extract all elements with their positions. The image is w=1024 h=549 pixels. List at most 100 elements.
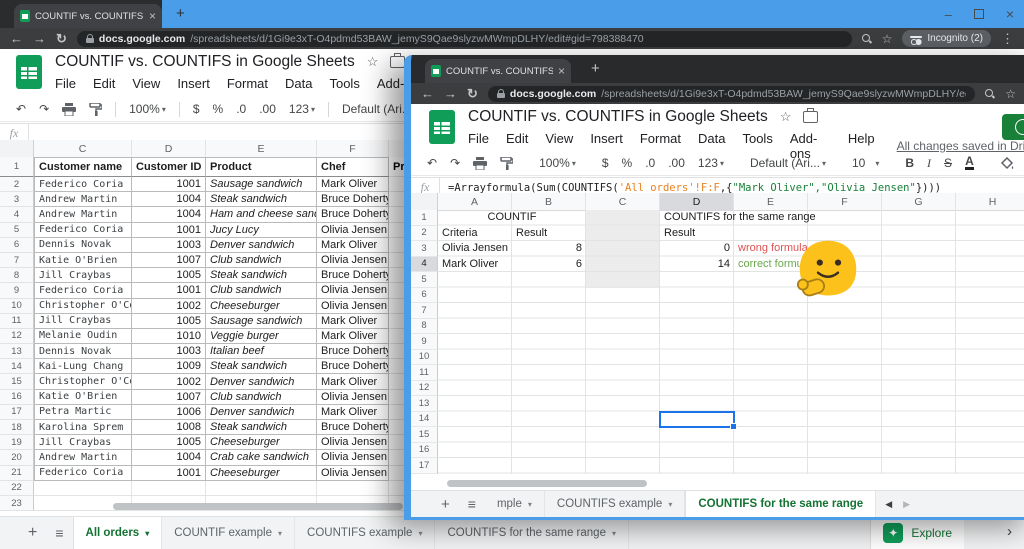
menu-data[interactable]: Data bbox=[285, 76, 312, 91]
format-percent-button[interactable]: % bbox=[622, 156, 633, 170]
cell-customer-id[interactable]: 1001 bbox=[132, 223, 206, 238]
cell-customer-name[interactable]: Kai-Lung Chang bbox=[34, 359, 132, 374]
cell-product[interactable]: Denver sandwich bbox=[206, 405, 317, 420]
row-header-15[interactable]: 15 bbox=[0, 374, 34, 389]
cell-chef[interactable]: Olivia Jensen bbox=[317, 253, 389, 268]
increase-decimals-button[interactable]: .00 bbox=[668, 156, 685, 170]
cell-chef[interactable]: Olivia Jensen bbox=[317, 299, 389, 314]
paint-format-icon[interactable] bbox=[500, 157, 513, 170]
cell-chef[interactable]: Mark Oliver bbox=[317, 314, 389, 329]
print-icon[interactable] bbox=[62, 103, 76, 116]
cell-chef[interactable]: Olivia Jensen bbox=[317, 283, 389, 298]
cell-chef[interactable]: Olivia Jensen bbox=[317, 466, 389, 481]
row-header-4[interactable]: 4 bbox=[411, 257, 438, 273]
menu-format[interactable]: Format bbox=[227, 76, 268, 91]
cell-chef[interactable]: Olivia Jensen bbox=[317, 450, 389, 465]
zoom-select[interactable]: 100%▾ bbox=[539, 156, 576, 170]
move-folder-icon[interactable] bbox=[803, 111, 818, 123]
text-color-button[interactable]: A bbox=[965, 156, 974, 170]
row-header-8[interactable]: 8 bbox=[0, 268, 34, 283]
header-cell[interactable]: Chef bbox=[317, 157, 389, 177]
cell-customer-id[interactable]: 1003 bbox=[132, 238, 206, 253]
menu-tools[interactable]: Tools bbox=[329, 76, 359, 91]
cell-customer-name[interactable]: Katie O'Brien bbox=[34, 390, 132, 405]
cell-product[interactable]: Cheeseburger bbox=[206, 435, 317, 450]
column-header-F[interactable]: F bbox=[317, 140, 389, 157]
bookmark-star-icon[interactable]: ☆ bbox=[1005, 88, 1016, 100]
browser-menu-icon[interactable]: ⋮ bbox=[1001, 32, 1014, 45]
italic-button[interactable]: I bbox=[927, 156, 931, 171]
cell-chef[interactable]: Bruce Doherty bbox=[317, 192, 389, 207]
tab-close-icon[interactable]: × bbox=[149, 10, 156, 22]
cell-customer-name[interactable]: Christopher O'Con bbox=[34, 299, 132, 314]
cell-chef[interactable]: Mark Oliver bbox=[317, 374, 389, 389]
row-header-12[interactable]: 12 bbox=[411, 381, 438, 397]
select-all-corner[interactable] bbox=[0, 140, 34, 157]
cell-product[interactable]: Denver sandwich bbox=[206, 238, 317, 253]
row-header-14[interactable]: 14 bbox=[411, 412, 438, 428]
font-select[interactable]: Default (Ari...▾ bbox=[750, 156, 826, 170]
cell-chef[interactable]: Mark Oliver bbox=[317, 238, 389, 253]
header-cell[interactable]: Customer name bbox=[34, 157, 132, 177]
cell-customer-name[interactable]: Christopher O'Con bbox=[34, 374, 132, 389]
cell-product[interactable]: Denver sandwich bbox=[206, 374, 317, 389]
cell-chef[interactable]: Bruce Doherty bbox=[317, 268, 389, 283]
row-header-23[interactable]: 23 bbox=[0, 496, 34, 511]
cell-customer-name[interactable]: Dennis Novak bbox=[34, 344, 132, 359]
cell-product[interactable]: Veggie burger bbox=[206, 329, 317, 344]
address-box[interactable]: docs.google.com /spreadsheets/d/1Gi9e3xT… bbox=[77, 31, 852, 47]
star-doc-icon[interactable]: ☆ bbox=[367, 54, 379, 70]
new-tab-button[interactable]: + bbox=[591, 61, 600, 76]
share-button[interactable] bbox=[1002, 114, 1024, 140]
cell-d4[interactable]: 14 bbox=[660, 257, 734, 273]
doc-title[interactable]: COUNTIF vs. COUNTIFS in Google Sheets bbox=[468, 108, 768, 126]
sheet-tab[interactable]: mple▾ bbox=[485, 491, 545, 517]
row-header-9[interactable]: 9 bbox=[0, 283, 34, 298]
cell-a1_merged[interactable]: COUNTIF bbox=[438, 210, 586, 226]
header-cell[interactable]: Customer ID bbox=[132, 157, 206, 177]
column-header-D[interactable]: D bbox=[132, 140, 206, 157]
cell-customer-name[interactable]: Federico Coria bbox=[34, 466, 132, 481]
cell-d2[interactable]: Result bbox=[664, 226, 734, 242]
cell-customer-id[interactable]: 1001 bbox=[132, 283, 206, 298]
cell-empty[interactable] bbox=[206, 481, 317, 496]
bold-button[interactable]: B bbox=[905, 156, 914, 170]
cell-b3[interactable]: 8 bbox=[512, 241, 586, 257]
forward-icon[interactable]: → bbox=[444, 87, 457, 100]
row-header-15[interactable]: 15 bbox=[411, 427, 438, 443]
sheet-tab[interactable]: COUNTIFS for the same range▾ bbox=[435, 517, 629, 549]
cell-customer-name[interactable]: Andrew Martin bbox=[34, 207, 132, 222]
doc-title[interactable]: COUNTIF vs. COUNTIFS in Google Sheets bbox=[55, 53, 355, 71]
row-header-6[interactable]: 6 bbox=[411, 288, 438, 304]
reload-icon[interactable]: ↻ bbox=[56, 32, 67, 45]
cell-chef[interactable]: Bruce Doherty bbox=[317, 420, 389, 435]
cell-chef[interactable]: Olivia Jensen bbox=[317, 435, 389, 450]
cell-chef[interactable]: Mark Oliver bbox=[317, 177, 389, 192]
row-header-19[interactable]: 19 bbox=[0, 435, 34, 450]
back-icon[interactable]: ← bbox=[421, 87, 434, 100]
cell-customer-id[interactable]: 1008 bbox=[132, 420, 206, 435]
row-header-14[interactable]: 14 bbox=[0, 359, 34, 374]
cell-customer-id[interactable]: 1005 bbox=[132, 314, 206, 329]
cell-product[interactable]: Steak sandwich bbox=[206, 192, 317, 207]
cell-customer-id[interactable]: 1009 bbox=[132, 359, 206, 374]
cell-product[interactable]: Cheeseburger bbox=[206, 299, 317, 314]
browser-tab[interactable]: COUNTIF vs. COUNTIFS in Googl × bbox=[425, 59, 571, 83]
row-header-10[interactable]: 10 bbox=[411, 350, 438, 366]
all-sheets-icon[interactable]: ≡ bbox=[459, 491, 485, 517]
row-header-3[interactable]: 3 bbox=[411, 241, 438, 257]
row-header-11[interactable]: 11 bbox=[0, 314, 34, 329]
row-header-11[interactable]: 11 bbox=[411, 365, 438, 381]
row-header-5[interactable]: 5 bbox=[411, 272, 438, 288]
font-size-select[interactable]: 10▾ bbox=[852, 156, 879, 170]
row-header-13[interactable]: 13 bbox=[0, 344, 34, 359]
more-formats-button[interactable]: 123▾ bbox=[698, 156, 724, 170]
fill-handle[interactable] bbox=[730, 423, 737, 430]
cell-product[interactable]: Jucy Lucy bbox=[206, 223, 317, 238]
row-header-7[interactable]: 7 bbox=[0, 253, 34, 268]
format-currency-button[interactable]: $ bbox=[602, 156, 609, 170]
cell-customer-id[interactable]: 1004 bbox=[132, 450, 206, 465]
forward-icon[interactable]: → bbox=[33, 32, 46, 45]
cell-d1[interactable]: COUNTIFS for the same range bbox=[664, 210, 834, 226]
cell-product[interactable]: Sausage sandwich bbox=[206, 314, 317, 329]
